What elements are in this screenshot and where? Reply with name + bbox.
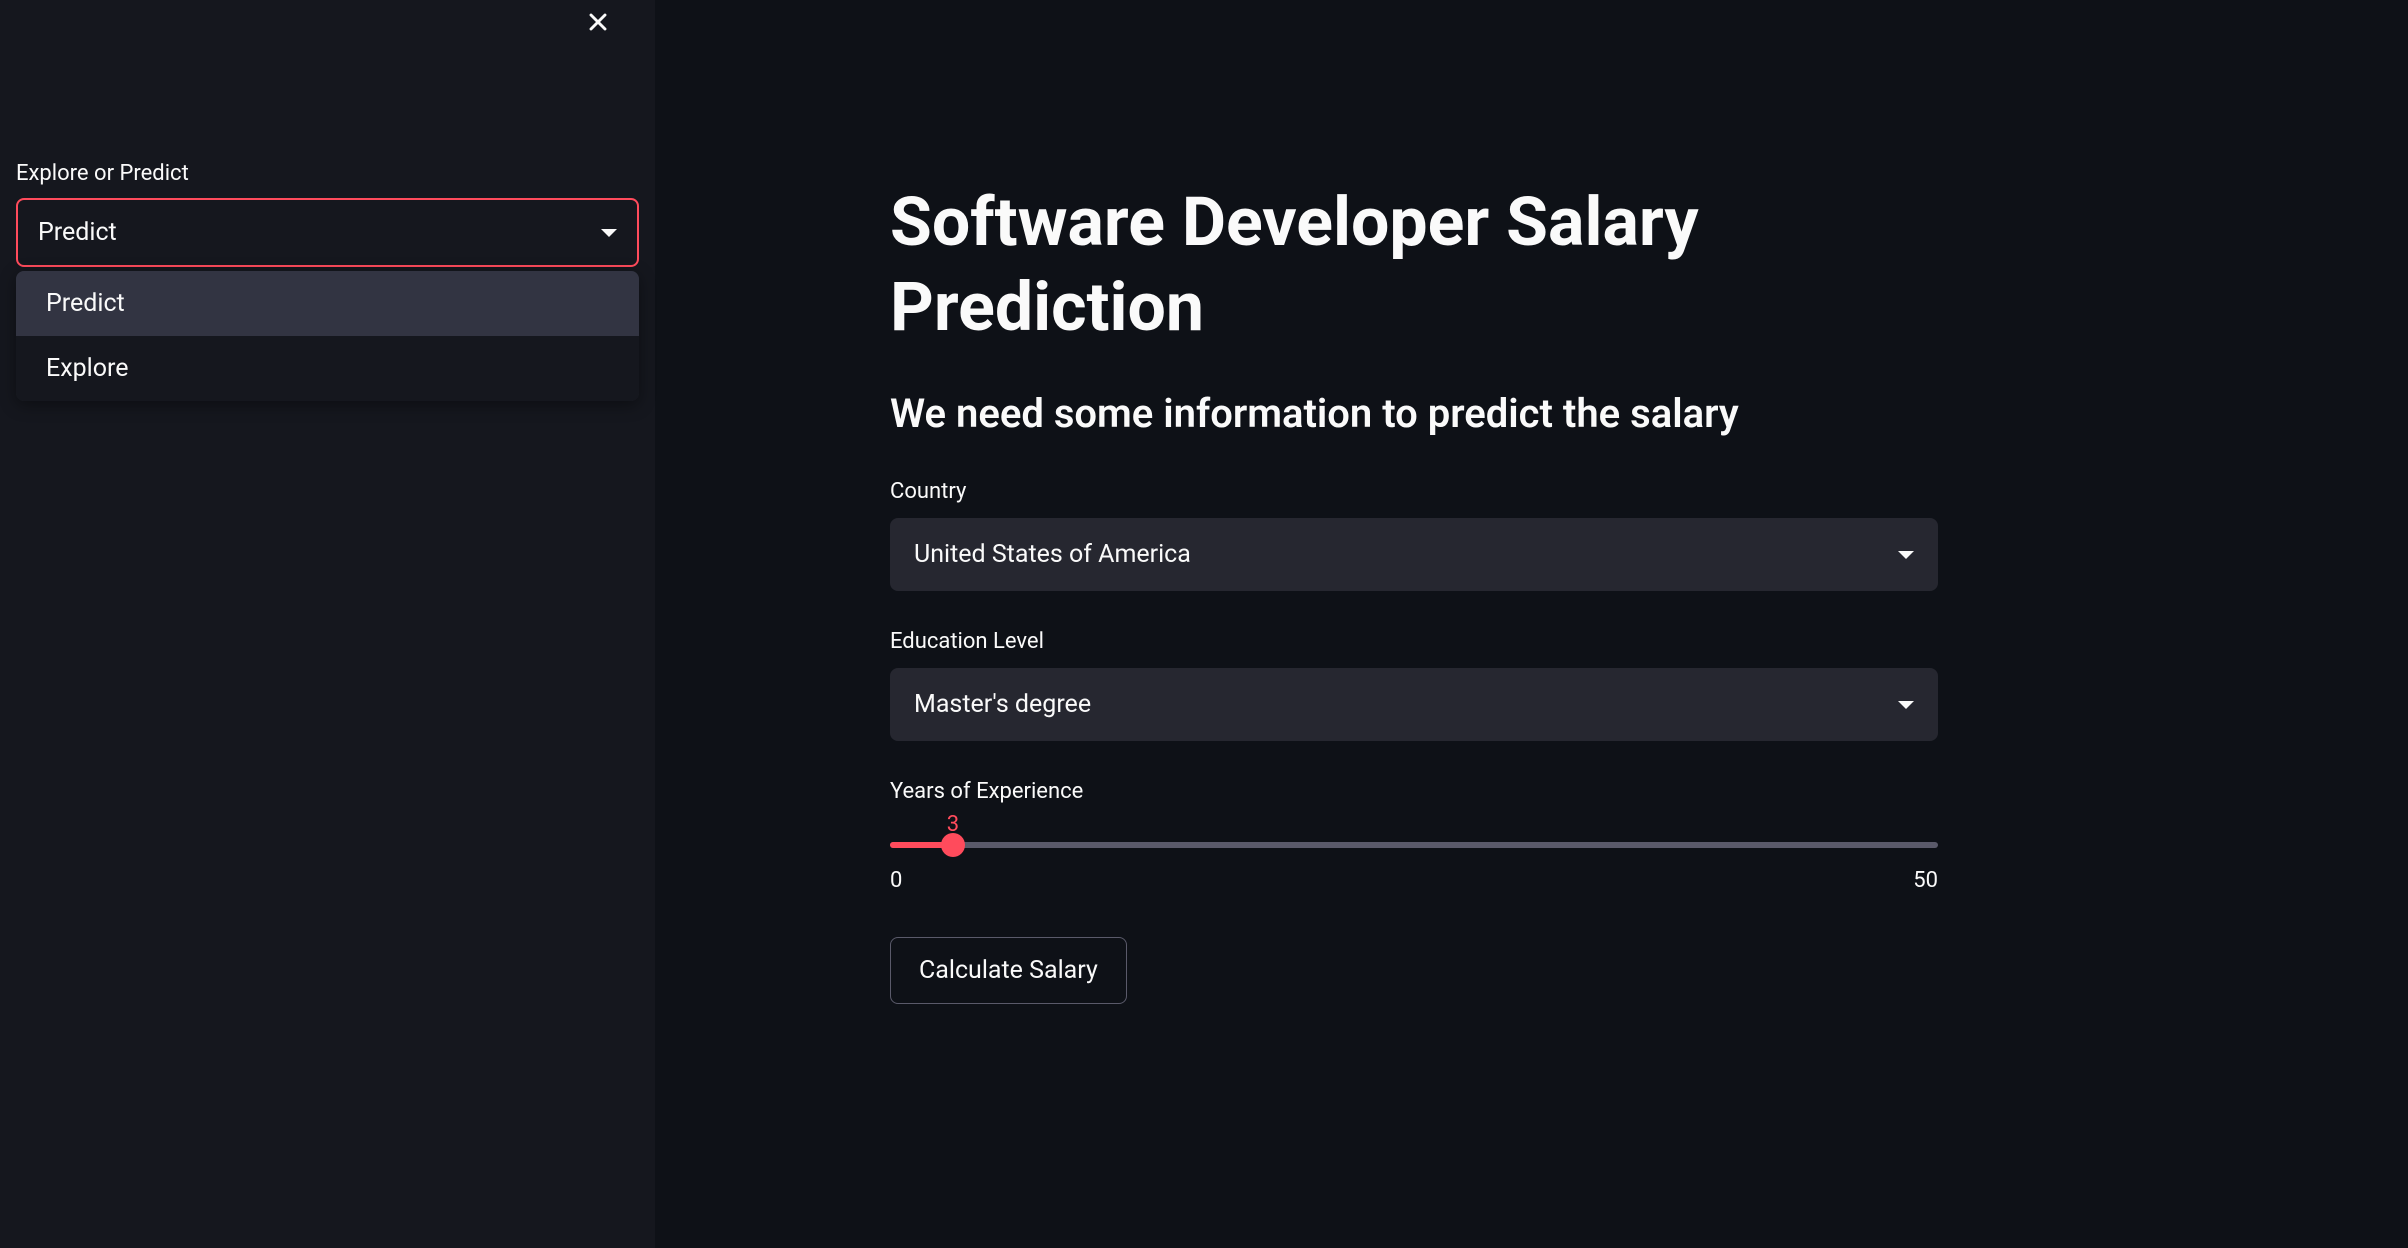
country-label: Country [890,479,1938,504]
experience-slider-min: 0 [890,868,902,893]
experience-slider-max: 50 [1913,868,1938,893]
sidebar: Explore or Predict Predict Predict Explo… [0,0,655,1248]
close-icon [584,8,612,36]
experience-slider-group: Years of Experience 3 0 50 [890,779,1938,893]
mode-select-label: Explore or Predict [16,161,639,186]
experience-slider-wrapper: 3 0 50 [890,812,1938,893]
country-form-group: Country United States of America [890,479,1938,591]
country-select-value: United States of America [914,540,1191,569]
country-select[interactable]: United States of America [890,518,1938,591]
mode-select-value: Predict [38,218,117,247]
mode-dropdown-menu: Predict Explore [16,271,639,401]
mode-option-predict[interactable]: Predict [16,271,639,336]
sidebar-content: Explore or Predict Predict Predict Explo… [16,16,639,401]
experience-slider-thumb[interactable] [941,833,965,857]
mode-select[interactable]: Predict [16,198,639,267]
experience-slider[interactable] [890,842,1938,848]
caret-down-icon [1898,551,1914,559]
education-label: Education Level [890,629,1938,654]
page-title: Software Developer Salary Prediction [890,180,1938,350]
page-subtitle: We need some information to predict the … [890,390,1938,437]
caret-down-icon [601,229,617,237]
experience-label: Years of Experience [890,779,1938,804]
education-select-value: Master's degree [914,690,1091,719]
education-form-group: Education Level Master's degree [890,629,1938,741]
caret-down-icon [1898,701,1914,709]
calculate-salary-button[interactable]: Calculate Salary [890,937,1127,1004]
education-select[interactable]: Master's degree [890,668,1938,741]
close-sidebar-button[interactable] [576,0,620,48]
main-content: Software Developer Salary Prediction We … [655,0,2408,1248]
experience-slider-range: 0 50 [890,868,1938,893]
mode-option-explore[interactable]: Explore [16,336,639,401]
